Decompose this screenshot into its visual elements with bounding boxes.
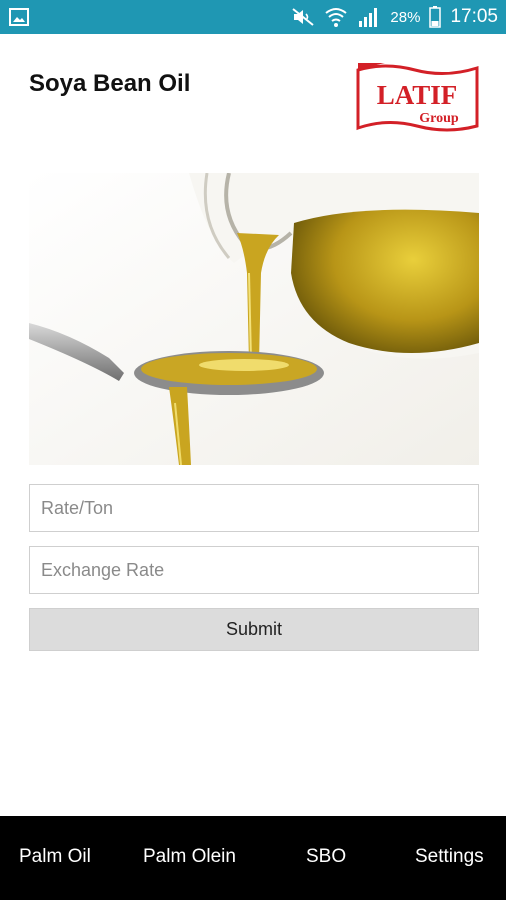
status-bar: 28% 17:05 (0, 0, 506, 34)
status-time: 17:05 (450, 6, 498, 27)
mute-icon (292, 8, 315, 26)
page-title: Soya Bean Oil (29, 70, 191, 97)
latif-logo: LATIF Group (356, 63, 479, 132)
logo-brand-text: LATIF (377, 80, 458, 110)
nav-item-palm-olein[interactable]: Palm Olein (143, 846, 236, 868)
oil-pouring-image (29, 173, 479, 465)
submit-button[interactable]: Submit (29, 608, 479, 651)
battery-percent: 28% (390, 8, 421, 26)
logo-sub-text: Group (419, 111, 459, 126)
bottom-nav: Palm Oil Palm Olein SBO Settings (0, 816, 506, 900)
exchange-rate-input[interactable] (29, 546, 479, 594)
nav-item-settings[interactable]: Settings (415, 846, 484, 868)
gallery-icon (9, 8, 29, 26)
app-screen: 28% 17:05 Soya Bean Oil LATIF Group Rate… (0, 0, 506, 900)
battery-icon (429, 6, 442, 28)
nav-item-sbo[interactable]: SBO (306, 846, 346, 868)
nav-item-palm-oil[interactable]: Palm Oil (19, 846, 91, 868)
signal-icon (359, 8, 378, 27)
wifi-icon (325, 8, 348, 27)
rate-per-ton-input[interactable] (29, 484, 479, 532)
